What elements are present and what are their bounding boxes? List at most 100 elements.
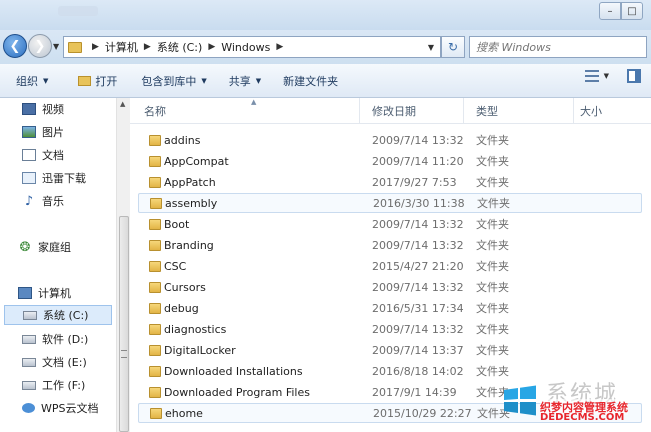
navigation-scrollbar[interactable]: ▲ [116,98,130,432]
organize-button[interactable]: 组织 ▼ [8,69,56,93]
file-name: assembly [165,196,218,210]
file-type: 文件夹 [476,344,509,357]
breadcrumb-computer[interactable]: 计算机 [105,39,138,55]
column-header-label: 大小 [580,105,602,118]
file-name: AppCompat [164,154,229,168]
folder-icon [149,344,161,356]
view-dropdown-icon[interactable]: ▼ [604,72,609,80]
document-icon [22,149,36,161]
file-name: diagnostics [164,322,227,336]
file-modified-date: 2015/4/27 21:20 [372,259,464,273]
file-type: 文件夹 [476,260,509,273]
view-options-icon[interactable] [584,70,599,82]
title-bar: – □ [0,0,651,30]
nav-item-label: 系统 (C:) [43,309,89,322]
nav-item-computer[interactable]: 计算机 [18,283,71,303]
nav-item-pictures[interactable]: 图片 [22,122,64,142]
include-in-library-label: 包含到库中 [141,74,197,88]
file-modified-date: 2017/9/27 7:53 [372,175,457,189]
file-name: debug [164,301,199,315]
nav-item-label: 工作 (F:) [42,379,86,392]
refresh-button[interactable]: ↻ [441,36,465,58]
address-dropdown-icon[interactable]: ▼ [428,43,434,52]
windows-logo-icon [504,385,536,416]
file-row-debug[interactable]: debug 2016/5/31 17:34 文件夹 [138,298,642,318]
file-name: addins [164,133,201,147]
folder-icon [150,407,162,419]
back-button[interactable]: ❮ [3,34,27,58]
file-name: Downloaded Installations [164,364,303,378]
file-row-csc[interactable]: CSC 2015/4/27 21:20 文件夹 [138,256,642,276]
nav-item-thunder-downloads[interactable]: 迅雷下载 [22,168,86,188]
caret-down-icon: ▼ [43,76,49,85]
chevron-right-icon[interactable]: ▶ [92,42,99,52]
caret-down-icon: ▼ [201,76,207,85]
nav-item-homegroup[interactable]: ❂ 家庭组 [18,237,71,257]
file-row-addins[interactable]: addins 2009/7/14 13:32 文件夹 [138,130,642,150]
column-header-label: 类型 [476,105,498,118]
folder-icon [150,197,162,209]
open-button[interactable]: 打开 [70,69,125,93]
nav-item-documents[interactable]: 文档 [22,145,64,165]
file-row-diagnostics[interactable]: diagnostics 2009/7/14 13:32 文件夹 [138,319,642,339]
recent-pages-dropdown[interactable]: ▼ [53,42,59,51]
file-type: 文件夹 [476,176,509,189]
file-name: ehome [165,406,203,420]
maximize-button[interactable]: □ [621,2,643,20]
nav-item-drive-d[interactable]: 软件 (D:) [22,329,88,349]
address-bar[interactable]: ▶ 计算机 ▶ 系统 (C:) ▶ Windows ▶ ▼ [63,36,441,58]
minimize-button[interactable]: – [599,2,621,20]
file-modified-date: 2009/7/14 13:32 [372,217,464,231]
file-row-branding[interactable]: Branding 2009/7/14 13:32 文件夹 [138,235,642,255]
search-input[interactable] [476,40,626,54]
file-row-appcompat[interactable]: AppCompat 2009/7/14 11:20 文件夹 [138,151,642,171]
new-folder-button[interactable]: 新建文件夹 [275,69,346,93]
nav-item-videos[interactable]: 视频 [22,99,64,119]
preview-pane-icon[interactable] [627,69,641,83]
download-folder-icon [22,172,36,184]
file-type: 文件夹 [476,239,509,252]
folder-icon [149,218,161,230]
scrollbar-thumb[interactable] [119,216,129,432]
open-label: 打开 [95,74,118,88]
file-row-cursors[interactable]: Cursors 2009/7/14 13:32 文件夹 [138,277,642,297]
nav-item-drive-e[interactable]: 文档 (E:) [22,352,87,372]
breadcrumb-system-drive[interactable]: 系统 (C:) [157,39,202,55]
nav-item-system-drive[interactable]: 系统 (C:) [4,305,112,325]
nav-item-music[interactable]: ♪ 音乐 [22,191,64,211]
file-modified-date: 2017/9/1 14:39 [372,385,457,399]
scroll-up-icon[interactable]: ▲ [120,100,125,108]
file-name: Branding [164,238,214,252]
chevron-right-icon[interactable]: ▶ [144,42,151,52]
share-button[interactable]: 共享 ▼ [221,69,269,93]
file-modified-date: 2009/7/14 11:20 [372,154,464,168]
nav-item-drive-f[interactable]: 工作 (F:) [22,375,85,395]
file-row-digitallocker[interactable]: DigitalLocker 2009/7/14 13:37 文件夹 [138,340,642,360]
caret-down-icon: ▼ [255,76,262,85]
file-modified-date: 2015/10/29 22:27 [373,406,472,420]
chevron-right-icon[interactable]: ▶ [276,42,283,52]
file-modified-date: 2016/5/31 17:34 [372,301,464,315]
file-modified-date: 2009/7/14 13:37 [372,343,464,357]
file-row-boot[interactable]: Boot 2009/7/14 13:32 文件夹 [138,214,642,234]
folder-icon [149,386,161,398]
nav-item-wps-cloud[interactable]: WPS云文档 [22,398,99,418]
search-box[interactable] [469,36,647,58]
include-in-library-button[interactable]: 包含到库中 ▼ [133,69,214,93]
column-header-name[interactable]: 名称 [130,98,360,124]
watermark: 系统城 织梦内容管理系统 DEDECMS.COM [500,372,651,432]
column-header-modified[interactable]: 修改日期 [360,98,464,124]
drive-icon [23,310,37,320]
breadcrumb-windows[interactable]: Windows [221,41,270,54]
column-header-size[interactable]: 大小 [574,98,651,124]
chevron-right-icon[interactable]: ▶ [208,42,215,52]
nav-item-label: 计算机 [38,287,71,300]
file-row-apppatch[interactable]: AppPatch 2017/9/27 7:53 文件夹 [138,172,642,192]
file-name: Cursors [164,280,206,294]
nav-item-label: 软件 (D:) [42,333,89,346]
file-row-assembly[interactable]: assembly 2016/3/30 11:38 文件夹 [138,193,642,213]
column-header-type[interactable]: 类型 [464,98,574,124]
nav-item-label: 音乐 [42,195,64,208]
forward-button[interactable]: ❯ [28,34,52,58]
drive-icon [22,357,36,367]
